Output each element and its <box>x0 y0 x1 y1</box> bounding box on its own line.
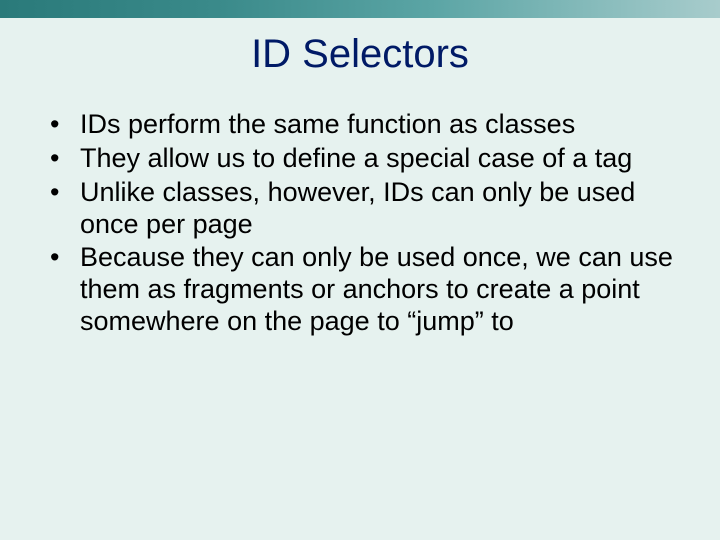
list-item: Because they can only be used once, we c… <box>48 242 680 338</box>
list-item: They allow us to define a special case o… <box>48 143 680 175</box>
slide-title: ID Selectors <box>0 32 720 77</box>
slide-content: IDs perform the same function as classes… <box>0 109 720 338</box>
list-item: Unlike classes, however, IDs can only be… <box>48 177 680 241</box>
bullet-list: IDs perform the same function as classes… <box>48 109 680 338</box>
header-accent-bar <box>0 0 720 18</box>
list-item: IDs perform the same function as classes <box>48 109 680 141</box>
